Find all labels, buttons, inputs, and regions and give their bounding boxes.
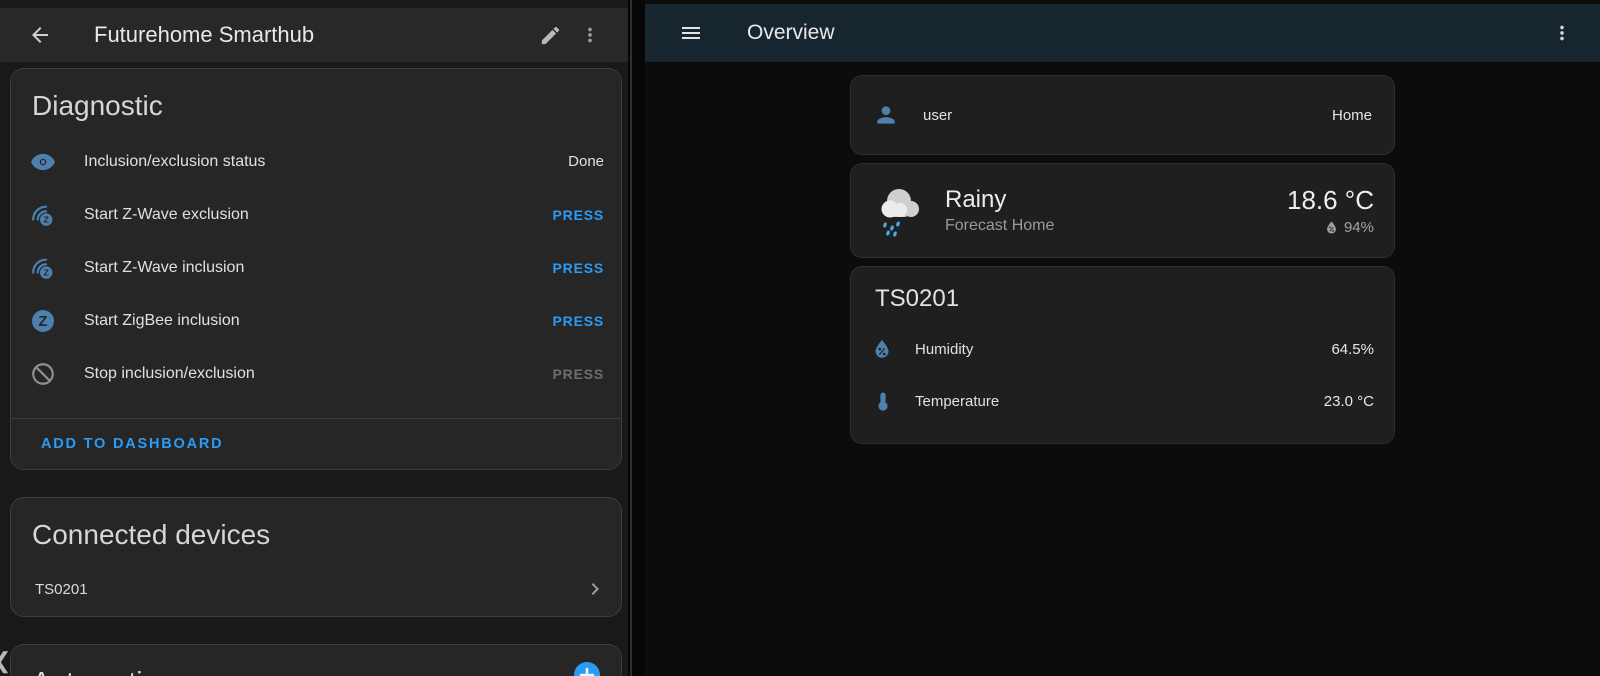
- row-zwave-exclusion[interactable]: Z Start Z-Wave exclusion PRESS: [11, 188, 621, 241]
- sensor-value: 64.5%: [1331, 341, 1374, 358]
- device-name: TS0201: [35, 581, 583, 598]
- pencil-icon: [539, 24, 562, 47]
- dashboard-overflow-menu-button[interactable]: [1542, 13, 1582, 53]
- row-inclusion-status[interactable]: Inclusion/exclusion status Done: [11, 135, 621, 188]
- automations-title: Automations: [11, 645, 208, 676]
- weather-humidity: 94%: [1344, 219, 1374, 236]
- sensor-value: 23.0 °C: [1324, 393, 1374, 410]
- person-icon: [873, 102, 899, 128]
- svg-text:Z: Z: [44, 267, 49, 277]
- row-temperature[interactable]: Temperature 23.0 °C: [851, 375, 1394, 427]
- sensor-card-title: TS0201: [851, 285, 1394, 323]
- device-link-ts0201[interactable]: TS0201: [11, 562, 621, 616]
- press-button-disabled: PRESS: [553, 366, 604, 382]
- chevron-right-icon: [583, 577, 607, 601]
- zwave-icon: Z: [30, 202, 56, 228]
- svg-text:Z: Z: [38, 313, 47, 330]
- add-to-dashboard-button[interactable]: ADD TO DASHBOARD: [41, 436, 223, 452]
- weather-subtitle: Forecast Home: [945, 217, 1287, 235]
- right-app-bar: Overview: [645, 4, 1600, 62]
- svg-text:Z: Z: [44, 214, 49, 224]
- edit-button[interactable]: [530, 15, 570, 55]
- humidity-icon: [1324, 220, 1339, 235]
- weather-card[interactable]: Rainy Forecast Home 18.6 °C 94%: [850, 163, 1395, 258]
- diagnostic-card-title: Diagnostic: [11, 69, 621, 123]
- row-zwave-inclusion[interactable]: Z Start Z-Wave inclusion PRESS: [11, 241, 621, 294]
- row-label: Inclusion/exclusion status: [84, 153, 568, 171]
- add-automation-button[interactable]: [573, 661, 601, 676]
- weather-temperature: 18.6 °C: [1287, 185, 1374, 215]
- sensor-label: Humidity: [915, 341, 1331, 358]
- row-label: Start Z-Wave inclusion: [84, 259, 553, 277]
- row-zigbee-inclusion[interactable]: Z Start ZigBee inclusion PRESS: [11, 294, 621, 347]
- eye-icon: [30, 149, 56, 175]
- weather-rainy-icon: [871, 183, 923, 239]
- hamburger-icon: [679, 21, 703, 45]
- stop-icon: [30, 361, 56, 387]
- dashboard-panel: Overview user Home: [645, 0, 1600, 676]
- row-value: Done: [568, 153, 604, 170]
- sensor-card-ts0201: TS0201 Humidity 64.5% Temperature 23.0 °…: [850, 266, 1395, 444]
- user-entity-card[interactable]: user Home: [850, 75, 1395, 155]
- connected-devices-card: Connected devices TS0201: [10, 497, 622, 617]
- plus-circle-icon: [573, 661, 601, 676]
- user-state: Home: [1332, 107, 1372, 124]
- zwave-icon: Z: [30, 255, 56, 281]
- panel-divider: [628, 0, 645, 676]
- connected-devices-title: Connected devices: [11, 498, 621, 552]
- row-label: Start Z-Wave exclusion: [84, 206, 553, 224]
- dots-vertical-icon: [579, 24, 601, 46]
- page-title: Futurehome Smarthub: [94, 22, 530, 48]
- diagnostic-card: Diagnostic Inclusion/exclusion status Do…: [10, 68, 622, 470]
- back-button[interactable]: [20, 15, 60, 55]
- automations-card: Automations: [10, 644, 622, 676]
- row-label: Stop inclusion/exclusion: [84, 365, 553, 383]
- row-label: Start ZigBee inclusion: [84, 312, 553, 330]
- dots-vertical-icon: [1551, 22, 1573, 44]
- user-label: user: [923, 107, 1332, 124]
- press-button[interactable]: PRESS: [553, 260, 604, 276]
- left-app-bar: Futurehome Smarthub: [0, 8, 628, 62]
- overflow-menu-button[interactable]: [570, 15, 610, 55]
- back-gesture-indicator: ❮: [0, 648, 11, 674]
- menu-button[interactable]: [671, 13, 711, 53]
- row-humidity[interactable]: Humidity 64.5%: [851, 323, 1394, 375]
- device-config-panel: Futurehome Smarthub Diagnostic Inclusion…: [0, 0, 628, 676]
- weather-condition: Rainy: [945, 186, 1287, 214]
- arrow-back-icon: [28, 23, 52, 47]
- zigbee-icon: Z: [30, 308, 56, 334]
- sensor-label: Temperature: [915, 393, 1324, 410]
- press-button[interactable]: PRESS: [553, 207, 604, 223]
- humidity-icon: [871, 338, 893, 360]
- dashboard-title: Overview: [747, 21, 1542, 45]
- row-stop-inclusion[interactable]: Stop inclusion/exclusion PRESS: [11, 347, 621, 400]
- temperature-icon: [871, 390, 893, 412]
- press-button[interactable]: PRESS: [553, 313, 604, 329]
